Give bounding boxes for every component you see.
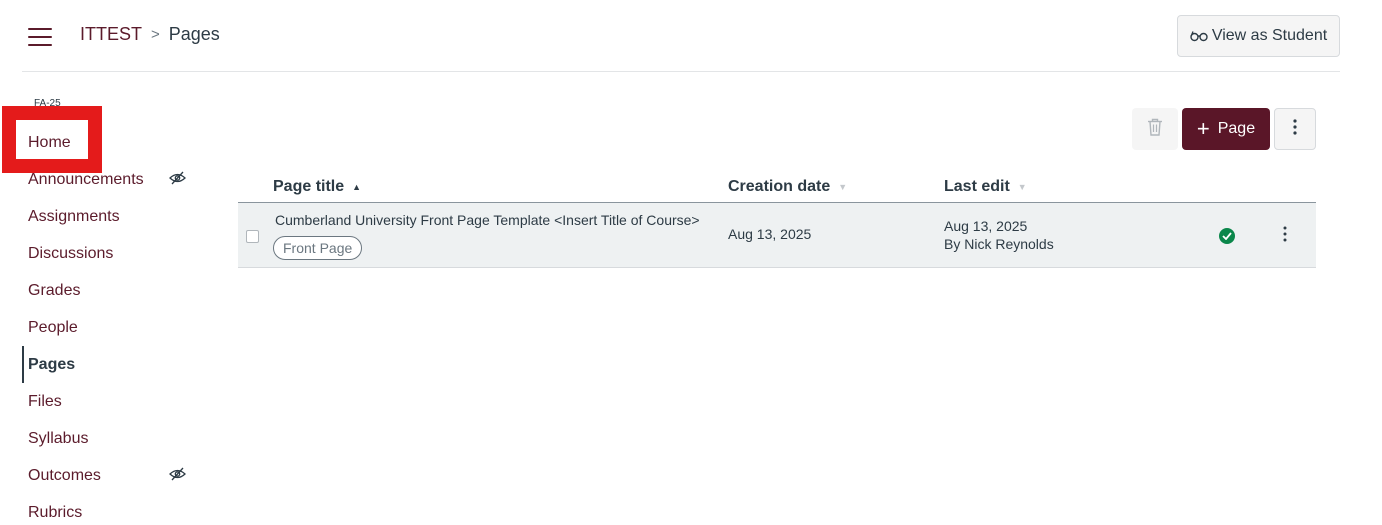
sidebar-item-label: Announcements	[28, 170, 144, 188]
creation-date: Aug 13, 2025	[728, 226, 812, 242]
header-divider	[22, 71, 1340, 72]
last-edit-author: By Nick Reynolds	[944, 236, 1054, 252]
row-options-button[interactable]	[1276, 226, 1294, 246]
eye-slash-icon	[169, 171, 186, 190]
sidebar-item-syllabus[interactable]: Syllabus	[22, 420, 192, 457]
highlight-annotation-box	[2, 106, 102, 173]
breadcrumb-course-link[interactable]: ITTEST	[80, 24, 142, 45]
sidebar-item-label: Files	[28, 392, 62, 410]
kebab-icon	[1283, 226, 1287, 247]
published-status-button[interactable]	[1219, 228, 1235, 244]
table-row: Cumberland University Front Page Templat…	[238, 203, 1316, 268]
sort-descending-icon: ▼	[838, 182, 848, 192]
front-page-badge: Front Page	[273, 236, 363, 260]
breadcrumb-current: Pages	[168, 24, 220, 44]
view-as-student-label: View as Student	[1211, 27, 1328, 44]
view-as-student-button[interactable]: View as Student	[1177, 15, 1340, 57]
add-page-label: Page	[1217, 120, 1256, 137]
sidebar-item-label: Rubrics	[28, 503, 83, 521]
sidebar-item-outcomes[interactable]: Outcomes	[22, 457, 192, 494]
sidebar-item-pages[interactable]: Pages	[22, 346, 192, 383]
course-navigation: Home Announcements Assignments Discussio…	[22, 124, 192, 525]
sidebar-item-rubrics[interactable]: Rubrics	[22, 494, 192, 525]
hamburger-line	[28, 44, 52, 46]
plus-icon: +	[1196, 116, 1210, 141]
delete-pages-button[interactable]	[1132, 108, 1178, 150]
column-header-page-title[interactable]: Page title ▲	[273, 178, 361, 196]
row-select-checkbox[interactable]	[246, 230, 259, 243]
sidebar-item-people[interactable]: People	[22, 309, 192, 346]
sidebar-item-files[interactable]: Files	[22, 383, 192, 420]
kebab-icon	[1293, 118, 1297, 140]
breadcrumb: ITTEST > Pages	[80, 24, 220, 45]
sort-descending-icon: ▼	[1017, 182, 1027, 192]
sidebar-item-assignments[interactable]: Assignments	[22, 198, 192, 235]
sidebar-item-discussions[interactable]: Discussions	[22, 235, 192, 272]
sidebar-item-label: Syllabus	[28, 429, 89, 447]
page-title-link[interactable]: Cumberland University Front Page Templat…	[275, 212, 700, 228]
column-header-last-edit[interactable]: Last edit ▼	[944, 178, 1027, 196]
column-header-label: Last edit	[944, 178, 1010, 195]
column-header-label: Page title	[273, 178, 345, 195]
column-header-label: Creation date	[728, 178, 831, 195]
sidebar-item-label: Outcomes	[28, 466, 101, 484]
sidebar-item-label: People	[28, 318, 78, 336]
sort-ascending-icon: ▲	[352, 182, 362, 192]
last-edit-info: Aug 13, 2025 By Nick Reynolds	[944, 217, 1054, 253]
add-page-button[interactable]: + Page	[1182, 108, 1270, 150]
hamburger-menu-button[interactable]	[28, 28, 52, 46]
sidebar-item-label: Discussions	[28, 244, 114, 262]
hamburger-line	[28, 28, 52, 30]
last-edit-date: Aug 13, 2025	[944, 218, 1028, 234]
sidebar-item-label: Pages	[28, 355, 76, 373]
pages-options-button[interactable]	[1274, 108, 1316, 150]
column-header-creation-date[interactable]: Creation date ▼	[728, 178, 847, 196]
sidebar-item-grades[interactable]: Grades	[22, 272, 192, 309]
breadcrumb-separator: >	[151, 26, 160, 43]
eye-slash-icon	[169, 467, 186, 486]
sidebar-item-label: Assignments	[28, 207, 120, 225]
glasses-icon	[1190, 30, 1208, 42]
checkmark-icon	[1222, 227, 1232, 245]
sidebar-item-label: Grades	[28, 281, 81, 299]
trash-icon	[1147, 118, 1163, 141]
hamburger-line	[28, 36, 52, 38]
